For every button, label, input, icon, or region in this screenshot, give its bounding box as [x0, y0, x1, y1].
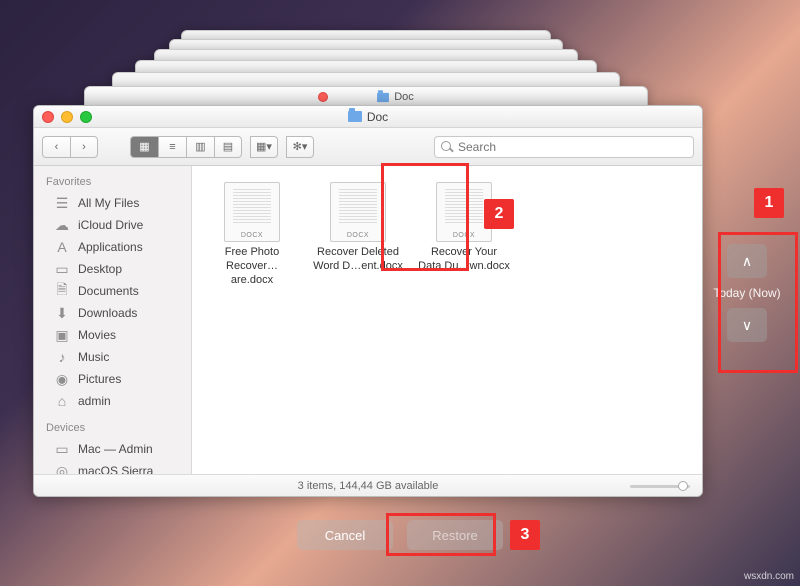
- back-button[interactable]: ‹: [42, 136, 70, 158]
- file-name-line: Recover…are.docx: [226, 260, 278, 286]
- sidebar-item-desktop[interactable]: ▭ Desktop: [34, 258, 191, 280]
- file-name-line: Recover Deleted: [317, 246, 399, 258]
- file-item[interactable]: DOCX Recover Your Data Du…wn.docx: [418, 182, 510, 287]
- downloads-icon: ⬇: [54, 305, 70, 321]
- status-bar: 3 items, 144,44 GB available: [34, 474, 702, 496]
- sidebar-devices-header: Devices: [34, 418, 191, 438]
- search-field[interactable]: [434, 136, 694, 158]
- sidebar-item-downloads[interactable]: ⬇ Downloads: [34, 302, 191, 324]
- folder-icon: [348, 111, 362, 122]
- sidebar-item-icloud[interactable]: ☁ iCloud Drive: [34, 214, 191, 236]
- toolbar: ‹ › ▦ ≡ ▥ ▤ ▦▾ ✻▾: [34, 128, 702, 166]
- view-icons-button[interactable]: ▦: [130, 136, 158, 158]
- sidebar-item-label: Documents: [78, 284, 139, 298]
- music-icon: ♪: [54, 349, 70, 365]
- sidebar-item-label: Movies: [78, 328, 116, 342]
- timeline-up-button[interactable]: ∧: [727, 244, 767, 278]
- file-content-area[interactable]: DOCX Free Photo Recover…are.docx DOCX Rec…: [192, 166, 702, 474]
- forward-button[interactable]: ›: [70, 136, 98, 158]
- sidebar-item-label: Music: [78, 350, 109, 364]
- docx-file-icon: DOCX: [330, 182, 386, 242]
- callout-3: 3: [510, 520, 540, 550]
- sidebar-item-label: admin: [78, 394, 111, 408]
- file-item[interactable]: DOCX Free Photo Recover…are.docx: [206, 182, 298, 287]
- ghost-window-title: Doc: [394, 91, 414, 103]
- sidebar-item-all-my-files[interactable]: ☰ All My Files: [34, 192, 191, 214]
- cloud-icon: ☁: [54, 217, 70, 233]
- file-name-line: Word D…ent.docx: [313, 260, 403, 272]
- maximize-icon[interactable]: [80, 111, 92, 123]
- view-columns-button[interactable]: ▥: [186, 136, 214, 158]
- sidebar-item-label: Desktop: [78, 262, 122, 276]
- pictures-icon: ◉: [54, 371, 70, 387]
- all-files-icon: ☰: [54, 195, 70, 211]
- view-gallery-button[interactable]: ▤: [214, 136, 242, 158]
- timeline-label: Today (Now): [713, 286, 780, 300]
- sidebar-item-label: Mac — Admin: [78, 442, 153, 456]
- status-text: 3 items, 144,44 GB available: [298, 480, 439, 492]
- sidebar-item-music[interactable]: ♪ Music: [34, 346, 191, 368]
- docx-file-icon: DOCX: [224, 182, 280, 242]
- sidebar-item-label: macOS Sierra: [78, 464, 153, 474]
- traffic-lights: [42, 111, 92, 123]
- action-button[interactable]: ✻▾: [286, 136, 314, 158]
- minimize-icon[interactable]: [61, 111, 73, 123]
- timeline-nav: ∧ Today (Now) ∨: [708, 244, 786, 342]
- home-icon: ⌂: [54, 393, 70, 409]
- timeline-down-button[interactable]: ∨: [727, 308, 767, 342]
- watermark: wsxdn.com: [744, 571, 794, 582]
- sidebar-item-label: iCloud Drive: [78, 218, 143, 232]
- file-name-line: Data Du…wn.docx: [418, 260, 510, 272]
- titlebar: Doc: [34, 106, 702, 128]
- sidebar-item-movies[interactable]: ▣ Movies: [34, 324, 191, 346]
- computer-icon: ▭: [54, 441, 70, 457]
- sidebar-item-pictures[interactable]: ◉ Pictures: [34, 368, 191, 390]
- arrange-button[interactable]: ▦▾: [250, 136, 278, 158]
- zoom-slider[interactable]: [630, 481, 690, 491]
- sidebar-item-label: Applications: [78, 240, 143, 254]
- file-name-line: Free Photo: [225, 246, 279, 258]
- file-item[interactable]: DOCX Recover Deleted Word D…ent.docx: [312, 182, 404, 287]
- search-icon: [441, 141, 453, 153]
- sidebar-item-applications[interactable]: A Applications: [34, 236, 191, 258]
- callout-1: 1: [754, 188, 784, 218]
- search-input[interactable]: [458, 140, 687, 154]
- applications-icon: A: [54, 239, 70, 255]
- movies-icon: ▣: [54, 327, 70, 343]
- sidebar-favorites-header: Favorites: [34, 172, 191, 192]
- sidebar-item-macos-sierra[interactable]: ◎ macOS Sierra: [34, 460, 191, 474]
- close-icon[interactable]: [42, 111, 54, 123]
- view-list-button[interactable]: ≡: [158, 136, 186, 158]
- sidebar-item-mac-admin[interactable]: ▭ Mac — Admin: [34, 438, 191, 460]
- sidebar-item-label: Downloads: [78, 306, 137, 320]
- desktop-icon: ▭: [54, 261, 70, 277]
- callout-2: 2: [484, 199, 514, 229]
- file-ext-badge: DOCX: [347, 232, 369, 239]
- sidebar-item-label: All My Files: [78, 196, 139, 210]
- file-ext-badge: DOCX: [241, 232, 263, 239]
- disk-icon: ◎: [54, 463, 70, 474]
- window-title: Doc: [367, 110, 388, 124]
- file-ext-badge: DOCX: [453, 232, 475, 239]
- finder-window: Doc ‹ › ▦ ≡ ▥ ▤ ▦▾ ✻▾ Favorites ☰ All My …: [33, 105, 703, 497]
- sidebar-item-documents[interactable]: 🗎 Documents: [34, 280, 191, 302]
- zoom-thumb[interactable]: [678, 481, 688, 491]
- sidebar: Favorites ☰ All My Files ☁ iCloud Drive AA…: [34, 166, 192, 474]
- sidebar-item-label: Pictures: [78, 372, 121, 386]
- file-name-line: Recover Your: [431, 246, 497, 258]
- restore-button[interactable]: Restore: [407, 520, 503, 550]
- cancel-button[interactable]: Cancel: [297, 520, 393, 550]
- documents-icon: 🗎: [54, 283, 70, 299]
- sidebar-item-admin[interactable]: ⌂ admin: [34, 390, 191, 412]
